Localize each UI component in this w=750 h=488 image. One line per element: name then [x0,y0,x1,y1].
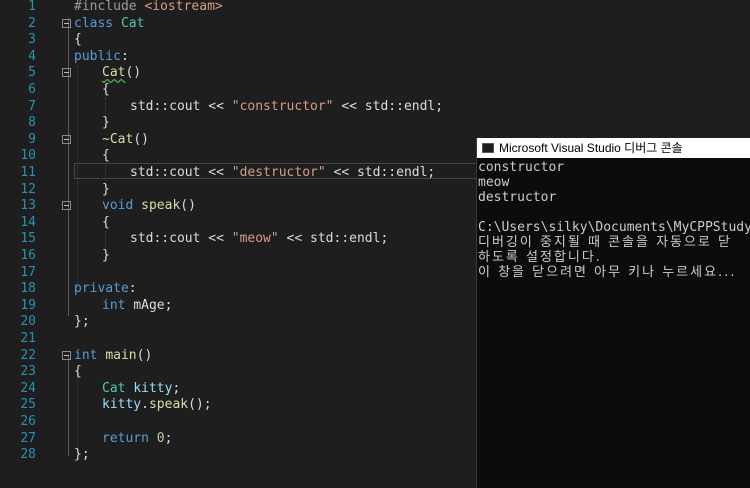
include-target: <iostream> [144,0,223,14]
keyword: class [74,15,114,31]
method-call: speak [148,397,189,413]
collapse-toggle[interactable] [62,134,71,144]
brace: { [74,364,82,380]
stream-expr: std::cout << [130,98,232,114]
keyword: return [102,430,149,446]
method-name: speak [141,198,181,214]
code-line-2[interactable]: class Cat [0,16,750,33]
type-name: Cat [102,380,126,396]
code-line-6[interactable]: { [0,82,750,99]
console-title: Microsoft Visual Studio 디버그 콘솔 [499,141,683,155]
punctuation: (); [188,397,212,413]
console-line: 이 창을 닫으려면 아무 키나 누르세요... [478,265,737,280]
function-name: main [105,347,137,363]
code-line-3[interactable]: { [0,32,750,49]
punctuation: : [128,281,137,297]
punctuation: . [141,397,149,413]
keyword: void [102,198,134,214]
keyword: int [74,347,98,363]
collapse-toggle[interactable] [62,201,71,211]
access-specifier: private [74,281,129,297]
console-line: C:\Users\silky\Documents\MyCPPStudy\ [478,220,750,235]
brace: { [74,32,82,48]
member-name: mAge [133,297,165,313]
constructor-name: Cat [102,65,126,81]
collapse-toggle[interactable] [62,18,71,28]
console-line: constructor [478,160,565,175]
stream-expr: std::cout << [130,231,232,247]
code-line-8[interactable]: } [0,115,750,132]
code-line-1[interactable]: #include <iostream> [0,0,750,16]
brace: } [102,115,110,131]
punctuation: ; [164,430,173,446]
collapse-toggle[interactable] [62,350,71,360]
console-output: constructor meow destructor C:\Users\silky\… [477,158,750,280]
stream-expr-end: << std::endl; [325,165,436,180]
string-literal: "destructor" [231,165,326,180]
punctuation: () [180,198,196,214]
string-literal: "constructor" [231,98,334,114]
console-line: destructor [478,190,557,205]
brace: }; [74,314,90,330]
string-literal: "meow" [231,231,279,247]
stream-expr: std::cout << [130,165,232,180]
punctuation: ; [172,380,181,396]
code-line-4[interactable]: public: [0,49,750,66]
punctuation: () [125,65,142,81]
preprocessor-directive: #include [74,0,145,14]
punctuation: () [136,347,153,363]
console-line: 하도록 설정합니다. [478,250,602,265]
brace: { [102,82,110,97]
brace: } [102,181,110,197]
variable-name: kitty [102,397,142,413]
number-literal: 0 [156,430,165,446]
console-titlebar[interactable]: Microsoft Visual Studio 디버그 콘솔 [477,138,750,158]
brace: { [102,148,110,164]
destructor-name: ~Cat [102,131,134,147]
brace: } [102,248,110,263]
console-line: meow [478,175,510,190]
class-name: Cat [120,15,145,31]
punctuation: () [133,131,149,147]
debug-console-window[interactable]: Microsoft Visual Studio 디버그 콘솔 construct… [476,138,750,488]
stream-expr-end: << std::endl; [278,231,389,247]
console-line: 디버깅이 중지될 때 콘솔을 자동으로 닫 [478,235,733,250]
keyword: int [102,297,126,313]
code-line-5[interactable]: Cat() [0,65,750,82]
stream-expr-end: << std::endl; [333,98,444,114]
variable-name: kitty [133,380,173,396]
brace: }; [74,447,90,463]
access-specifier: public [74,48,121,64]
collapse-toggle[interactable] [62,68,71,78]
brace: { [102,214,110,230]
code-line-7[interactable]: std::cout << "constructor" << std::endl; [0,99,750,116]
console-app-icon [482,142,494,153]
punctuation: : [120,48,129,64]
punctuation: ; [164,297,173,313]
